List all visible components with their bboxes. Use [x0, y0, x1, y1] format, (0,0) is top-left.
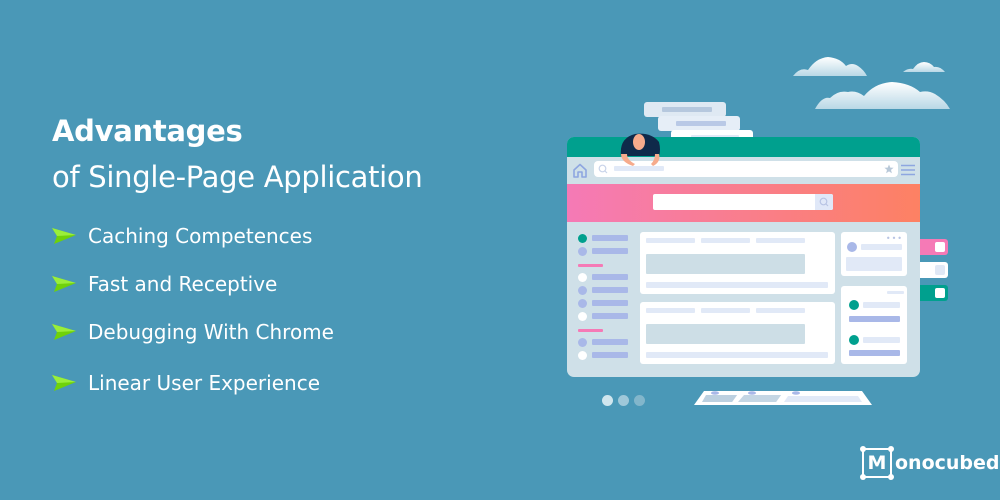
list-item: Debugging With Chrome — [52, 308, 334, 356]
floating-search-bar — [644, 102, 726, 117]
search-icon — [819, 197, 829, 207]
home-icon — [573, 163, 587, 178]
advantage-label: Fast and Receptive — [88, 272, 278, 296]
activity-widget — [841, 286, 907, 364]
carousel-dots — [602, 395, 645, 406]
hero-search-button — [815, 194, 833, 210]
carousel-dot[interactable] — [618, 395, 629, 406]
hero-banner — [567, 184, 920, 222]
list-item: Linear User Experience — [52, 359, 334, 407]
content-card — [640, 232, 835, 294]
logo-letter: M — [867, 452, 887, 474]
logo-text: onocubed — [895, 452, 1000, 474]
page-title: Advantages of Single-Page Application — [52, 108, 423, 200]
title-line-1: Advantages — [52, 114, 243, 148]
star-icon — [884, 164, 894, 174]
title-line-2: of Single-Page Application — [52, 160, 423, 194]
floating-search-bar — [658, 116, 740, 131]
list-item: Caching Competences — [52, 212, 334, 260]
green-arrow-icon — [52, 228, 76, 244]
profile-widget: ••• — [841, 232, 907, 276]
cloud-icon — [815, 82, 950, 109]
carousel-dot[interactable] — [634, 395, 645, 406]
logo-box-icon: M — [860, 446, 894, 480]
browser-mockup: ••• — [567, 137, 920, 377]
person-illustration — [620, 133, 660, 166]
green-arrow-icon — [52, 276, 76, 292]
advantages-list: Caching Competences Fast and Receptive D… — [52, 212, 334, 407]
side-tag-green — [920, 285, 948, 301]
hero-search-box — [653, 194, 833, 210]
carousel-dot-active[interactable] — [602, 395, 613, 406]
side-tag-pink — [920, 239, 948, 255]
green-arrow-icon — [52, 375, 76, 391]
content-card — [640, 302, 835, 364]
search-icon — [598, 164, 608, 174]
green-arrow-icon — [52, 324, 76, 340]
advantage-label: Caching Competences — [88, 224, 313, 248]
menu-icon — [901, 164, 915, 176]
advantage-label: Debugging With Chrome — [88, 320, 334, 344]
monocubed-logo[interactable]: M onocubed — [860, 446, 1000, 480]
more-dots-icon: ••• — [885, 234, 903, 243]
side-tag-white — [920, 262, 948, 278]
cloud-icon — [903, 62, 945, 72]
cloud-icon — [793, 57, 867, 76]
list-item: Fast and Receptive — [52, 260, 334, 308]
stacked-pages-illustration — [694, 391, 872, 405]
clouds-illustration — [793, 57, 950, 109]
advantage-label: Linear User Experience — [88, 371, 320, 395]
